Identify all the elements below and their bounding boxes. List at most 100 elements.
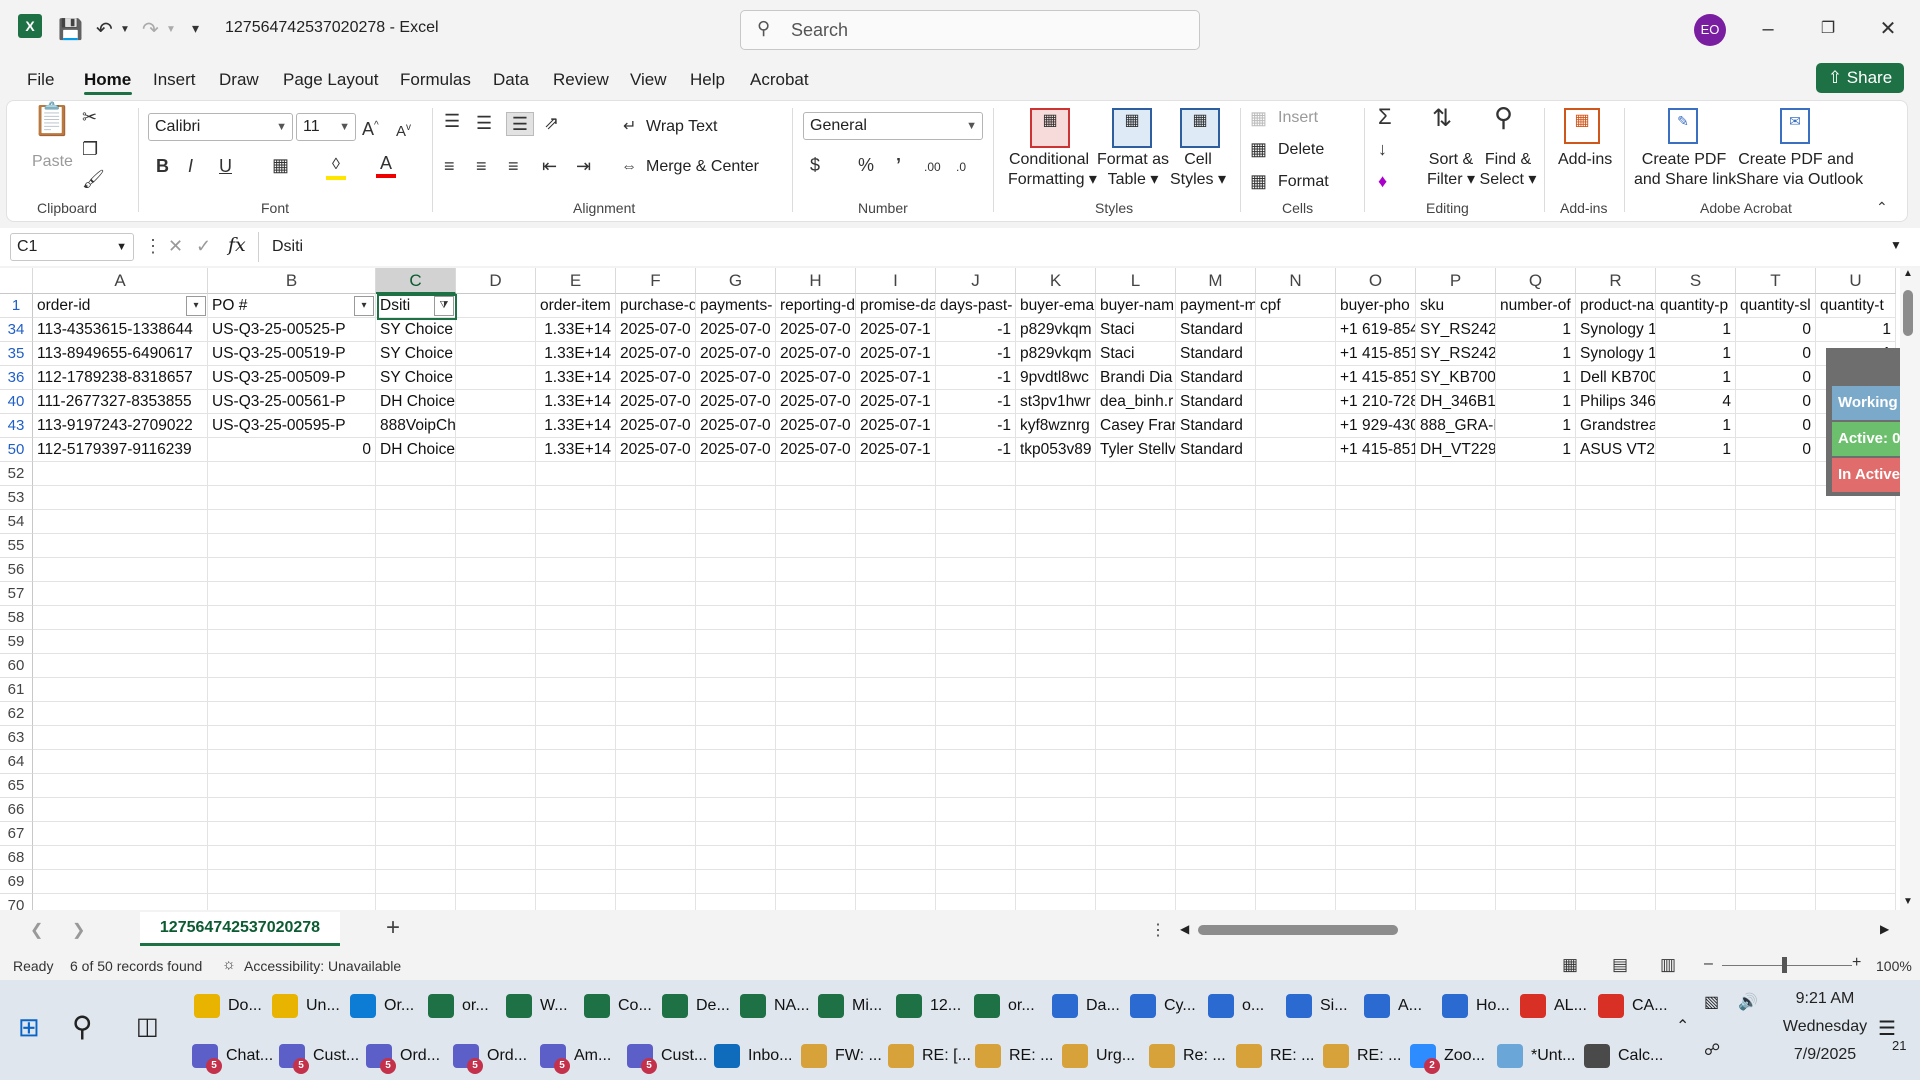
table-cell[interactable]: 4 [1656, 390, 1736, 414]
table-cell[interactable] [536, 846, 616, 870]
column-header-f[interactable]: F [616, 268, 696, 294]
column-header-o[interactable]: O [1336, 268, 1416, 294]
table-cell[interactable] [1096, 582, 1176, 606]
table-cell[interactable] [1496, 630, 1576, 654]
table-cell[interactable] [1656, 654, 1736, 678]
tab-home[interactable]: Home [84, 70, 131, 90]
table-cell[interactable] [1816, 654, 1896, 678]
table-cell[interactable] [856, 582, 936, 606]
table-cell[interactable] [536, 726, 616, 750]
table-cell[interactable] [208, 630, 376, 654]
taskbar-app-button[interactable]: *Unt... [1491, 1036, 1575, 1076]
table-cell[interactable] [1736, 486, 1816, 510]
table-cell[interactable] [456, 870, 536, 894]
wrap-text-icon[interactable]: ↵ [623, 116, 636, 138]
zoom-slider-thumb[interactable] [1782, 957, 1787, 973]
table-cell[interactable] [1336, 510, 1416, 534]
table-cell[interactable] [936, 798, 1016, 822]
taskbar-app-button[interactable]: RE: ... [1317, 1036, 1401, 1076]
table-cell[interactable] [1336, 774, 1416, 798]
table-cell[interactable] [1656, 678, 1736, 702]
table-header-cell[interactable]: payments- [696, 294, 776, 318]
table-cell[interactable] [1416, 702, 1496, 726]
table-cell[interactable] [1736, 606, 1816, 630]
table-cell[interactable] [1816, 678, 1896, 702]
table-cell[interactable] [1096, 606, 1176, 630]
taskbar-app-button[interactable]: A... [1358, 986, 1422, 1026]
table-cell[interactable]: dea_binh.r [1096, 390, 1176, 414]
table-cell[interactable] [1256, 774, 1336, 798]
table-cell[interactable]: 2025-07-0 [616, 366, 696, 390]
table-cell[interactable] [776, 870, 856, 894]
table-cell[interactable] [856, 894, 936, 910]
create-pdf-share-link-button[interactable]: Create PDF and Share link [1634, 150, 1736, 190]
insert-cells-button[interactable]: Insert [1278, 108, 1318, 128]
table-cell[interactable] [1656, 846, 1736, 870]
table-cell[interactable] [1736, 510, 1816, 534]
row-header[interactable]: 53 [0, 486, 33, 510]
table-cell[interactable] [1416, 630, 1496, 654]
table-cell[interactable] [1736, 558, 1816, 582]
tab-page-layout[interactable]: Page Layout [283, 70, 378, 90]
delete-cells-button[interactable]: Delete [1278, 140, 1324, 160]
table-cell[interactable] [456, 894, 536, 910]
table-cell[interactable] [376, 654, 456, 678]
table-cell[interactable]: Standard [1176, 414, 1256, 438]
table-cell[interactable]: 1.33E+14 [536, 438, 616, 462]
align-top-icon[interactable]: ☰ [444, 110, 460, 132]
table-cell[interactable]: st3pv1hwr [1016, 390, 1096, 414]
table-cell[interactable]: 2025-07-0 [616, 438, 696, 462]
table-cell[interactable] [376, 606, 456, 630]
table-cell[interactable]: 1.33E+14 [536, 414, 616, 438]
network-icon[interactable]: ☍ [1704, 1040, 1720, 1060]
table-cell[interactable] [1336, 702, 1416, 726]
table-cell[interactable]: 2025-07-0 [616, 414, 696, 438]
row-header[interactable]: 57 [0, 582, 33, 606]
zoom-level[interactable]: 100% [1876, 958, 1912, 974]
wrap-text-button[interactable]: Wrap Text [646, 117, 717, 137]
taskbar-app-button[interactable]: RE: [... [882, 1036, 971, 1076]
table-cell[interactable]: US-Q3-25-00525-P [208, 318, 376, 342]
table-cell[interactable] [1416, 654, 1496, 678]
table-cell[interactable]: 0 [1736, 390, 1816, 414]
table-cell[interactable] [1816, 894, 1896, 910]
table-cell[interactable]: ASUS VT22 [1576, 438, 1656, 462]
table-cell[interactable]: 0 [1736, 366, 1816, 390]
table-cell[interactable] [536, 702, 616, 726]
column-header-a[interactable]: A [33, 268, 208, 294]
table-cell[interactable] [536, 582, 616, 606]
table-cell[interactable] [1816, 630, 1896, 654]
table-cell[interactable]: 1 [1656, 438, 1736, 462]
vertical-scroll-thumb[interactable] [1903, 290, 1913, 336]
table-cell[interactable] [1656, 462, 1736, 486]
table-cell[interactable] [776, 630, 856, 654]
table-cell[interactable] [456, 702, 536, 726]
table-cell[interactable] [208, 606, 376, 630]
percent-icon[interactable]: % [858, 154, 874, 176]
align-center-icon[interactable]: ≡ [476, 155, 487, 177]
table-cell[interactable]: 1.33E+14 [536, 342, 616, 366]
table-cell[interactable] [208, 582, 376, 606]
table-cell[interactable] [208, 750, 376, 774]
table-cell[interactable]: +1 415-851 [1336, 366, 1416, 390]
table-cell[interactable] [33, 678, 208, 702]
battery-icon[interactable]: ▧ [1704, 992, 1719, 1012]
taskbar-app-button[interactable]: Ho... [1436, 986, 1510, 1026]
table-cell[interactable] [1496, 462, 1576, 486]
table-cell[interactable] [1096, 510, 1176, 534]
taskbar-app-button[interactable]: De... [656, 986, 730, 1026]
sort-filter-button[interactable]: Sort & Filter ▾ [1422, 150, 1480, 190]
table-cell[interactable] [1016, 822, 1096, 846]
table-cell[interactable]: Standard [1176, 366, 1256, 390]
table-cell[interactable] [208, 846, 376, 870]
table-cell[interactable] [1256, 846, 1336, 870]
table-cell[interactable]: Standard [1176, 438, 1256, 462]
row-header[interactable]: 58 [0, 606, 33, 630]
table-cell[interactable] [536, 870, 616, 894]
table-cell[interactable] [536, 462, 616, 486]
table-cell[interactable] [616, 702, 696, 726]
table-cell[interactable] [1736, 894, 1816, 910]
column-header-n[interactable]: N [1256, 268, 1336, 294]
table-cell[interactable]: -1 [936, 414, 1016, 438]
table-cell[interactable] [536, 558, 616, 582]
